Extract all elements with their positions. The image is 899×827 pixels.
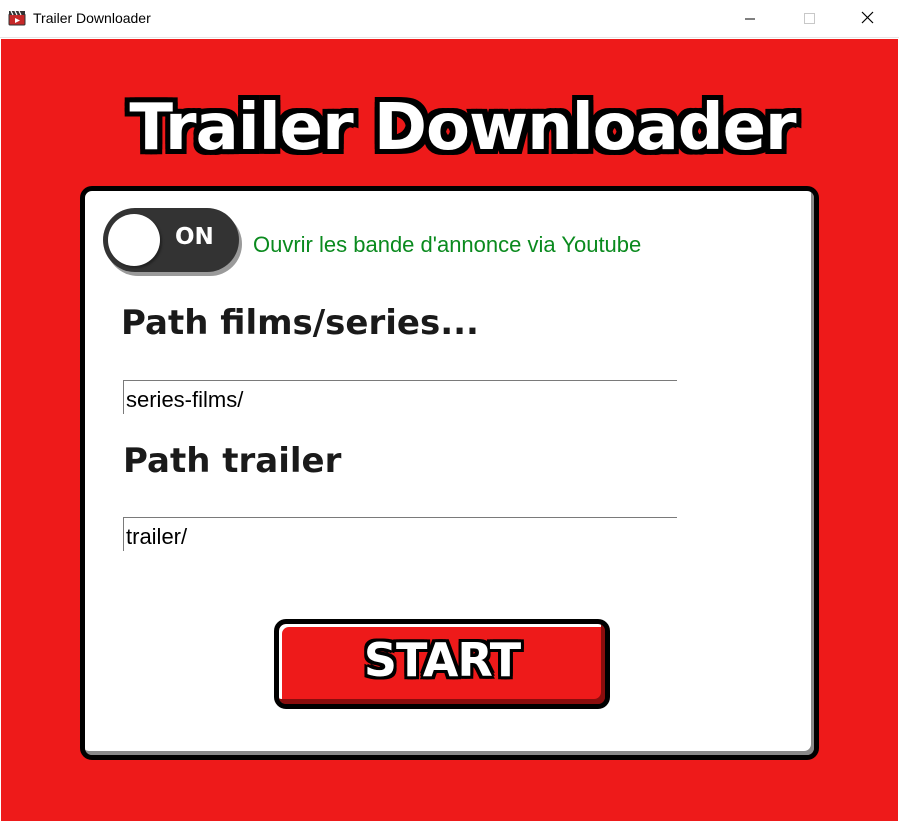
app-client-area: Trailer Downloader ON Ouvrir les bande d… [1, 39, 898, 827]
window-bottom-edge [0, 821, 899, 827]
settings-card: ON Ouvrir les bande d'annonce via Youtub… [80, 186, 819, 760]
toggle-knob[interactable] [108, 214, 160, 266]
trailer-path-label: Path trailer [123, 441, 342, 481]
youtube-toggle[interactable]: ON [103, 208, 239, 272]
film-clapper-icon [8, 10, 26, 26]
start-button[interactable]: START [274, 619, 610, 709]
window-title: Trailer Downloader [33, 10, 151, 26]
start-button-label: START [363, 633, 521, 687]
maximize-button[interactable] [786, 0, 832, 38]
close-icon [861, 11, 874, 24]
toggle-state-label: ON [175, 224, 214, 250]
youtube-toggle-description: Ouvrir les bande d'annonce via Youtube [253, 232, 642, 257]
minimize-button[interactable] [727, 0, 773, 38]
films-path-label: Path films/series... [121, 303, 479, 343]
films-path-input[interactable] [123, 380, 677, 414]
app-heading: Trailer Downloader [128, 90, 798, 167]
minimize-icon [745, 18, 755, 20]
close-button[interactable] [845, 0, 891, 38]
maximize-icon [804, 13, 815, 24]
window-titlebar: Trailer Downloader [0, 0, 899, 38]
trailer-path-input[interactable] [123, 517, 677, 551]
